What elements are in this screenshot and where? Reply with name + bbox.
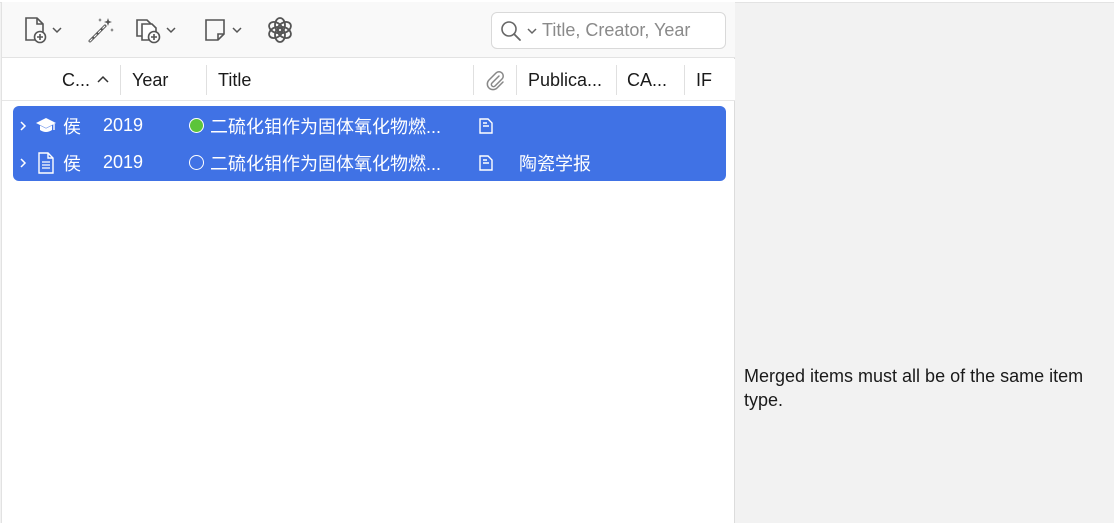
column-cas-label: CA... <box>627 69 668 90</box>
publication-cell <box>519 107 619 144</box>
snapshot-icon <box>479 154 493 171</box>
items-list: 侯 2019 二硫化钼作为固体氧化物燃... 侯 2019 二硫化钼作为固体氧化… <box>13 106 726 181</box>
snapshot-icon <box>479 117 493 134</box>
column-separator[interactable] <box>616 65 617 95</box>
merge-message: Merged items must all be of the same ite… <box>744 366 1084 410</box>
add-by-identifier-button[interactable] <box>82 12 120 48</box>
column-publication[interactable]: Publica... <box>528 59 614 101</box>
chevron-right-icon <box>20 120 27 131</box>
chevron-down-icon <box>166 27 176 34</box>
attachment-cell[interactable] <box>477 107 501 144</box>
magic-wand-icon <box>88 18 114 43</box>
chevron-down-icon <box>52 27 62 34</box>
title-text: 二硫化钼作为固体氧化物燃... <box>210 116 442 137</box>
attachment-cell[interactable] <box>477 144 501 181</box>
year-cell: 2019 <box>103 115 144 135</box>
year-cell: 2019 <box>103 152 144 172</box>
journal-article-icon <box>38 151 54 174</box>
column-separator[interactable] <box>206 65 207 95</box>
sort-ascending-icon <box>97 75 109 83</box>
column-header: C... Year Title Publica... CA... IF <box>2 59 735 101</box>
openai-icon <box>268 17 292 43</box>
column-separator[interactable] <box>473 65 474 95</box>
search-icon <box>501 20 521 41</box>
column-cas[interactable]: CA... <box>627 59 677 101</box>
new-item-icon <box>25 17 47 44</box>
column-if-label: IF <box>696 69 712 90</box>
search-mode-chevron-icon[interactable] <box>526 25 538 37</box>
column-creator[interactable]: C... <box>62 59 120 101</box>
expand-toggle[interactable] <box>17 144 33 181</box>
title-cell: 二硫化钼作为固体氧化物燃... <box>189 107 449 144</box>
items-pane: C... Year Title Publica... <box>1 2 735 523</box>
new-note-icon <box>205 19 225 41</box>
status-dot <box>189 118 204 133</box>
add-attachment-button[interactable] <box>130 12 181 48</box>
column-separator[interactable] <box>684 65 685 95</box>
column-creator-label: C... <box>62 69 91 90</box>
table-row[interactable]: 侯 2019 二硫化钼作为固体氧化物燃... 陶瓷学报 <box>13 144 726 181</box>
publication-cell: 陶瓷学报 <box>519 153 591 174</box>
new-item-button[interactable] <box>18 12 67 48</box>
new-note-button[interactable] <box>198 12 247 48</box>
column-attachments[interactable] <box>484 59 514 101</box>
column-title[interactable]: Title <box>218 59 468 101</box>
title-text: 二硫化钼作为固体氧化物燃... <box>210 153 442 174</box>
creator-cell: 侯 <box>63 153 81 174</box>
column-year-label: Year <box>132 69 169 90</box>
expand-toggle[interactable] <box>17 107 33 144</box>
chevron-down-icon <box>232 27 242 34</box>
column-separator[interactable] <box>120 65 121 95</box>
table-row[interactable]: 侯 2019 二硫化钼作为固体氧化物燃... <box>13 107 726 144</box>
status-dot <box>189 155 204 170</box>
item-pane <box>736 3 1114 523</box>
items-toolbar <box>2 2 735 58</box>
column-year[interactable]: Year <box>132 59 202 101</box>
column-publication-label: Publica... <box>528 69 603 90</box>
column-separator[interactable] <box>516 65 517 95</box>
column-title-label: Title <box>218 69 252 90</box>
search-input[interactable] <box>542 20 722 41</box>
item-type <box>35 107 59 144</box>
title-cell: 二硫化钼作为固体氧化物燃... <box>189 144 449 181</box>
creator-cell: 侯 <box>63 116 81 137</box>
paperclip-icon <box>486 71 504 91</box>
zotero-window: C... Year Title Publica... <box>0 0 1114 523</box>
item-type <box>37 144 59 181</box>
thesis-icon <box>36 117 56 132</box>
ai-assistant-button[interactable] <box>262 12 298 48</box>
search-box[interactable] <box>491 12 726 49</box>
add-attachment-icon <box>136 19 161 44</box>
column-if[interactable]: IF <box>696 59 732 101</box>
chevron-right-icon <box>20 157 27 168</box>
